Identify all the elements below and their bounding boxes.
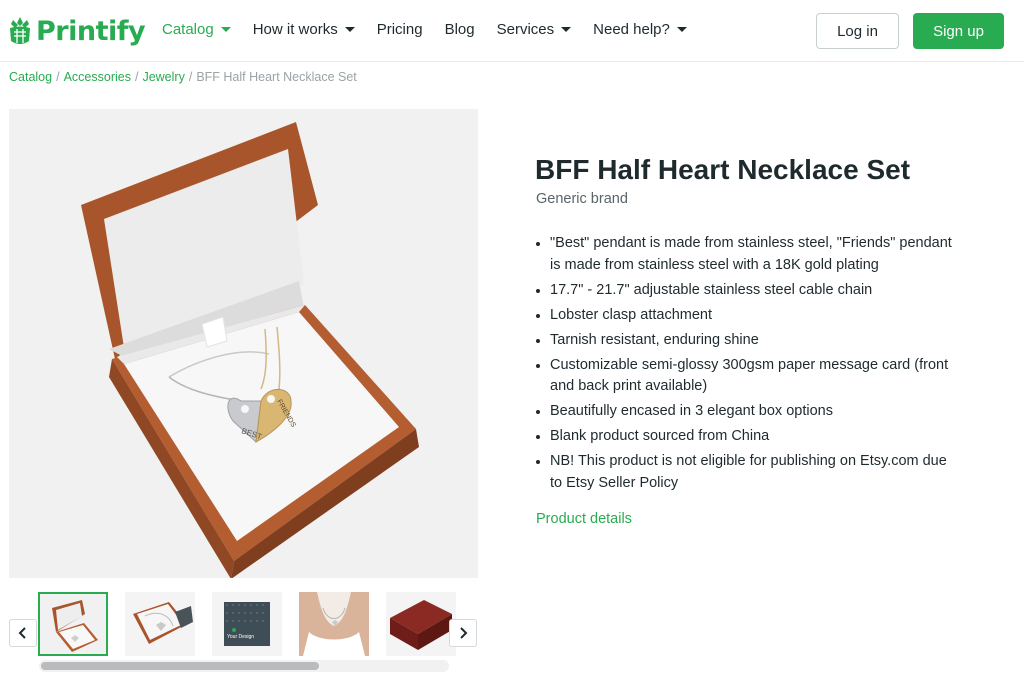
signup-button[interactable]: Sign up bbox=[913, 13, 1004, 49]
feature-item: Blank product sourced from China bbox=[536, 426, 956, 448]
prev-image-button[interactable] bbox=[9, 619, 37, 647]
thumbnail-brown-box-image bbox=[40, 594, 106, 654]
thumbnail-4[interactable] bbox=[299, 592, 369, 656]
breadcrumb-catalog[interactable]: Catalog bbox=[9, 70, 52, 84]
next-image-button[interactable] bbox=[449, 619, 477, 647]
thumbnail-2[interactable] bbox=[125, 592, 195, 656]
thumbnail-card-text: Your Design bbox=[227, 634, 254, 640]
product-details-link[interactable]: Product details bbox=[536, 511, 632, 527]
nav-need-help-label: Need help? bbox=[593, 21, 670, 38]
nav-pricing[interactable]: Pricing bbox=[377, 21, 423, 38]
chevron-left-icon bbox=[18, 627, 26, 639]
thumbnail-wood-box-image bbox=[386, 592, 456, 656]
nav-blog-label: Blog bbox=[444, 21, 475, 38]
breadcrumb-accessories[interactable]: Accessories bbox=[64, 70, 131, 84]
thumbnail-message-card-image: Your Design bbox=[212, 592, 282, 656]
breadcrumb-separator: / bbox=[134, 70, 139, 84]
nav-need-help[interactable]: Need help? bbox=[593, 21, 687, 38]
feature-item: 17.7" - 21.7" adjustable stainless steel… bbox=[536, 280, 956, 302]
logo-text: Printify bbox=[36, 15, 146, 47]
thumbnail-1[interactable] bbox=[38, 592, 108, 656]
printify-logo-icon bbox=[10, 17, 30, 44]
main-nav: Catalog How it works Pricing Blog Servic… bbox=[162, 21, 709, 38]
chevron-down-icon bbox=[561, 27, 572, 32]
feature-item: Tarnish resistant, enduring shine bbox=[536, 330, 956, 352]
nav-catalog[interactable]: Catalog bbox=[162, 21, 231, 38]
site-header: Printify Catalog How it works Pricing Bl… bbox=[0, 0, 1024, 62]
product-title: BFF Half Heart Necklace Set bbox=[535, 154, 911, 185]
product-brand: Generic brand bbox=[536, 191, 628, 207]
necklace-box-image: BEST FRIENDS bbox=[81, 122, 419, 578]
printify-logo[interactable]: Printify bbox=[8, 14, 146, 48]
breadcrumb-jewelry[interactable]: Jewelry bbox=[142, 70, 184, 84]
feature-item: NB! This product is not eligible for pub… bbox=[536, 451, 956, 494]
thumbnail-3[interactable]: Your Design bbox=[212, 592, 282, 656]
breadcrumb-current: BFF Half Heart Necklace Set bbox=[196, 70, 357, 84]
thumbnail-model-image bbox=[299, 592, 369, 656]
product-main-image[interactable]: BEST FRIENDS bbox=[9, 109, 478, 578]
feature-item: Lobster clasp attachment bbox=[536, 305, 956, 327]
feature-item: Customizable semi-glossy 300gsm paper me… bbox=[536, 355, 956, 398]
chevron-down-icon bbox=[676, 27, 687, 32]
product-features: "Best" pendant is made from stainless st… bbox=[536, 233, 956, 498]
breadcrumb-separator: / bbox=[56, 70, 60, 84]
nav-services[interactable]: Services bbox=[497, 21, 572, 38]
breadcrumb: Catalog / Accessories / Jewelry / BFF Ha… bbox=[9, 70, 357, 84]
nav-blog[interactable]: Blog bbox=[445, 21, 475, 38]
breadcrumb-separator: / bbox=[188, 70, 193, 84]
feature-item: Beautifully encased in 3 elegant box opt… bbox=[536, 401, 956, 423]
thumbnail-open-box-image bbox=[125, 592, 195, 656]
feature-item: "Best" pendant is made from stainless st… bbox=[536, 233, 956, 276]
nav-catalog-label: Catalog bbox=[162, 21, 214, 38]
thumbnail-carousel: Your Design bbox=[9, 590, 478, 680]
thumbnail-scrollbar-thumb[interactable] bbox=[41, 662, 319, 670]
nav-services-label: Services bbox=[496, 21, 555, 38]
nav-how-it-works[interactable]: How it works bbox=[253, 21, 355, 38]
chevron-right-icon bbox=[460, 627, 468, 639]
thumbnail-scrollbar[interactable] bbox=[39, 660, 449, 672]
nav-how-it-works-label: How it works bbox=[252, 21, 338, 38]
nav-pricing-label: Pricing bbox=[376, 21, 423, 38]
login-button[interactable]: Log in bbox=[816, 13, 899, 49]
chevron-down-icon bbox=[220, 27, 231, 32]
chevron-down-icon bbox=[344, 27, 355, 32]
thumbnail-5[interactable] bbox=[386, 592, 456, 656]
